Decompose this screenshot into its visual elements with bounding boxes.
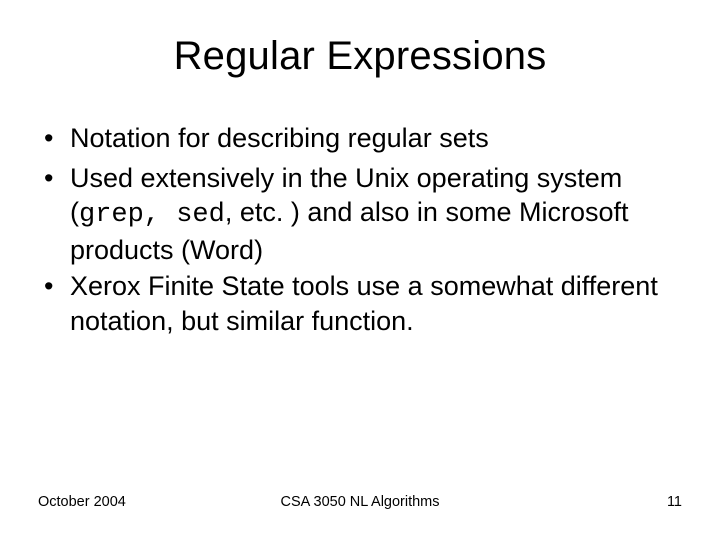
bullet-text: Xerox Finite State tools use a somewhat … [70, 271, 658, 336]
list-item: Used extensively in the Unix operating s… [42, 161, 682, 268]
footer-course: CSA 3050 NL Algorithms [0, 494, 720, 510]
bullet-text: Notation for describing regular sets [70, 123, 489, 153]
slide: Regular Expressions Notation for describ… [0, 0, 720, 540]
bullet-list: Notation for describing regular sets Use… [38, 121, 682, 341]
list-item: Xerox Finite State tools use a somewhat … [42, 269, 682, 341]
bullet-mono: grep, sed [79, 200, 225, 230]
list-item: Notation for describing regular sets [42, 121, 682, 159]
footer-page: 11 [667, 494, 682, 510]
slide-title: Regular Expressions [38, 34, 682, 79]
footer: October 2004 CSA 3050 NL Algorithms 11 [0, 494, 720, 514]
